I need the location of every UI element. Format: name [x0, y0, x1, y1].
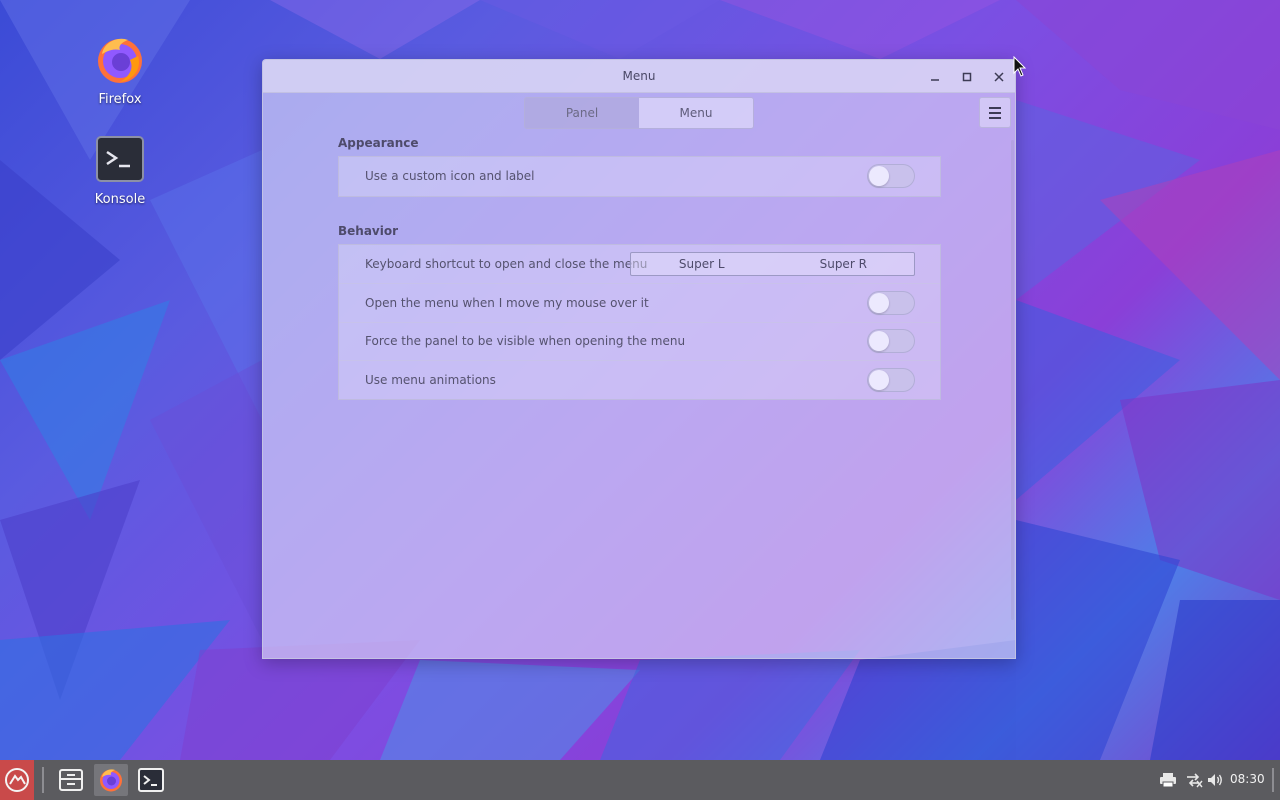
maximize-button[interactable] [957, 67, 977, 87]
desktop-icon-firefox[interactable]: Firefox [75, 34, 165, 107]
section-title-behavior: Behavior [338, 223, 399, 238]
setting-label: Use menu animations [365, 372, 496, 387]
hamburger-icon [989, 106, 1001, 109]
terminal-icon [138, 768, 164, 792]
start-menu-icon [5, 768, 29, 792]
setting-label: Use a custom icon and label [365, 169, 535, 184]
maximize-icon [962, 72, 972, 82]
setting-row-menu-animations: Use menu animations [339, 360, 940, 399]
setting-label: Keyboard shortcut to open and close the … [365, 256, 648, 271]
tray-printer[interactable] [1158, 770, 1178, 790]
tray-network[interactable] [1184, 770, 1204, 790]
mouse-cursor-icon [1013, 56, 1027, 77]
section-title-appearance: Appearance [338, 136, 419, 150]
tab-panel[interactable]: Panel [525, 98, 639, 128]
setting-label: Open the menu when I move my mouse over … [365, 295, 649, 310]
setting-row-force-panel-visible: Force the panel to be visible when openi… [339, 321, 940, 361]
setting-row-keyboard-shortcut: Keyboard shortcut to open and close the … [339, 245, 940, 284]
force-panel-visible-toggle[interactable] [867, 329, 915, 354]
settings-content: Appearance Use a custom icon and label B… [338, 136, 941, 400]
desktop-icon-label: Firefox [98, 92, 142, 107]
taskbar-separator [42, 767, 44, 793]
taskbar: 08:30 [0, 760, 1280, 800]
custom-icon-toggle[interactable] [867, 164, 915, 189]
window-title: Menu [622, 69, 656, 83]
firefox-icon [100, 769, 122, 792]
setting-label: Force the panel to be visible when openi… [365, 334, 686, 349]
menu-animations-toggle[interactable] [867, 367, 915, 392]
terminal-icon [94, 134, 146, 186]
taskbar-file-manager[interactable] [54, 764, 88, 796]
setting-row-custom-icon: Use a custom icon and label [339, 157, 940, 196]
hamburger-menu-button[interactable] [979, 97, 1011, 128]
taskbar-handle [1272, 768, 1274, 792]
close-button[interactable] [989, 67, 1009, 87]
desktop-icon-konsole[interactable]: Konsole [75, 134, 165, 207]
volume-icon [1208, 774, 1222, 786]
tab-menu[interactable]: Menu [639, 98, 753, 128]
close-icon [994, 72, 1004, 82]
shortcut-selector: Super L Super R [630, 251, 915, 276]
scrollbar[interactable] [1011, 140, 1014, 620]
firefox-icon [94, 34, 146, 86]
setting-row-hover-open: Open the menu when I move my mouse over … [339, 283, 940, 322]
start-menu-button[interactable] [0, 760, 34, 800]
desktop-icon-label: Konsole [94, 192, 146, 207]
network-icon [1187, 773, 1203, 788]
behavior-group: Keyboard shortcut to open and close the … [338, 243, 941, 400]
menu-settings-window: Menu Panel Menu Appearance Use a custom … [262, 59, 1016, 659]
file-manager-icon [59, 769, 83, 791]
shortcut-super-l-button[interactable]: Super L [631, 253, 773, 275]
shortcut-super-r-button[interactable]: Super R [773, 253, 915, 275]
taskbar-clock[interactable]: 08:30 [1230, 772, 1265, 786]
window-titlebar[interactable]: Menu [263, 60, 1015, 93]
tray-volume[interactable] [1206, 770, 1226, 790]
hover-open-toggle[interactable] [867, 290, 915, 315]
window-toolbar: Panel Menu [263, 93, 1015, 133]
taskbar-konsole[interactable] [134, 764, 168, 796]
printer-icon [1160, 773, 1176, 788]
minimize-button[interactable] [925, 67, 945, 87]
stack-switcher: Panel Menu [524, 97, 754, 129]
minimize-icon [931, 79, 939, 81]
appearance-group: Use a custom icon and label [338, 156, 941, 197]
taskbar-firefox[interactable] [94, 764, 128, 796]
